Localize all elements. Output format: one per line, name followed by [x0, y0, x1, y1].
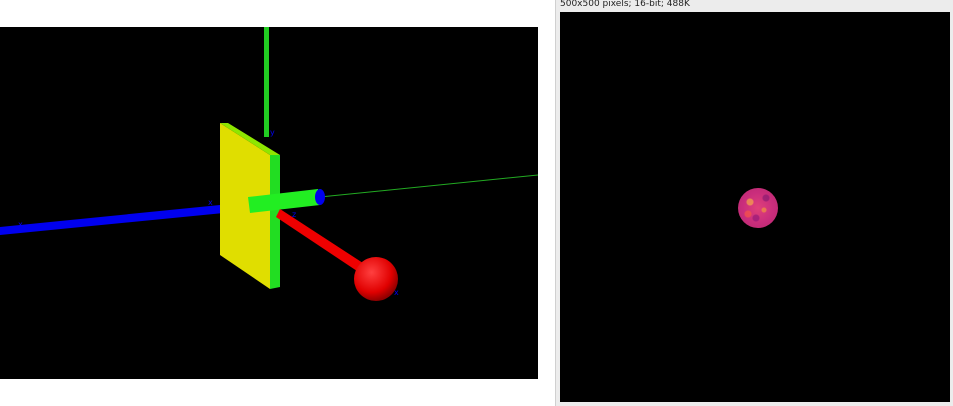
- image-canvas[interactable]: [560, 12, 950, 402]
- image-window[interactable]: 500x500 pixels; 16-bit; 488K: [555, 0, 953, 406]
- axis-label-red-end: x: [394, 288, 399, 297]
- axis-label-z: z: [292, 210, 296, 219]
- axis-label-x-far: x: [18, 220, 23, 229]
- plate-side-edge: [270, 155, 280, 289]
- red-axis-rod: [276, 209, 366, 273]
- image-info-text: 500x500 pixels; 16-bit; 488K: [560, 0, 690, 9]
- axis-label-y: y: [270, 128, 275, 137]
- 3d-scene-view[interactable]: y x z x x: [0, 27, 538, 379]
- red-sphere: [354, 257, 398, 301]
- y-axis-rod: [264, 27, 269, 137]
- sphere-projection: [738, 188, 778, 228]
- 3d-scene-canvas[interactable]: y x z x x: [0, 27, 538, 379]
- thin-axis-line: [319, 174, 538, 198]
- cylinder-cap: [315, 189, 325, 205]
- axis-label-x-left: x: [208, 198, 213, 207]
- blue-axis-rod: [0, 203, 244, 235]
